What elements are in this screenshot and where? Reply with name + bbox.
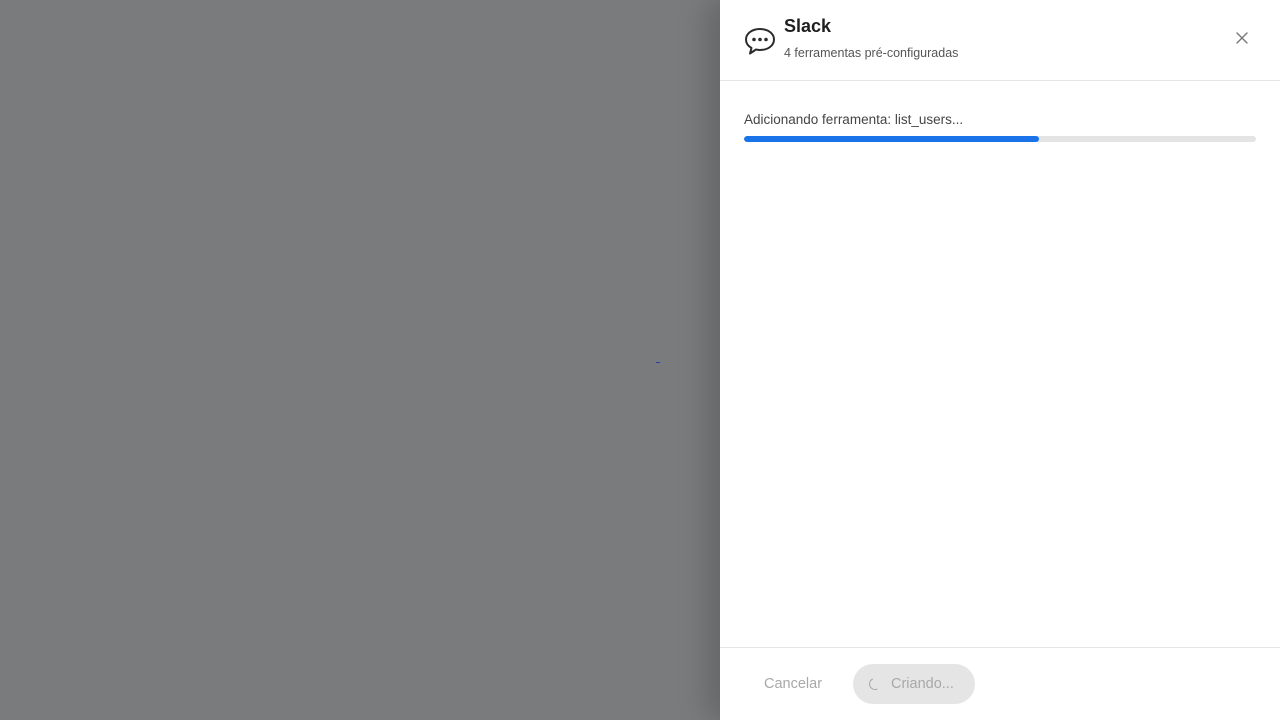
close-icon (1236, 31, 1248, 49)
loading-spinner-icon (867, 676, 883, 692)
progress-bar-fill (744, 136, 1039, 142)
modal-backdrop[interactable] (0, 0, 720, 720)
drawer-footer: Cancelar Criando... (720, 647, 1280, 720)
backdrop-artifact (656, 362, 660, 363)
progress-status-text: Adicionando ferramenta: list_users... (744, 112, 964, 127)
cancel-button[interactable]: Cancelar (744, 664, 842, 704)
progress-bar (744, 136, 1256, 142)
create-button[interactable]: Criando... (853, 664, 975, 704)
slack-setup-drawer: Slack 4 ferramentas pré-configuradas Adi… (720, 0, 1280, 720)
app-subtitle: 4 ferramentas pré-configuradas (784, 46, 959, 60)
close-button[interactable] (1230, 28, 1254, 52)
create-button-label: Criando... (891, 676, 954, 692)
app-title: Slack (784, 16, 832, 36)
speech-bubble-icon (744, 26, 776, 56)
drawer-header: Slack 4 ferramentas pré-configuradas (720, 0, 1280, 81)
